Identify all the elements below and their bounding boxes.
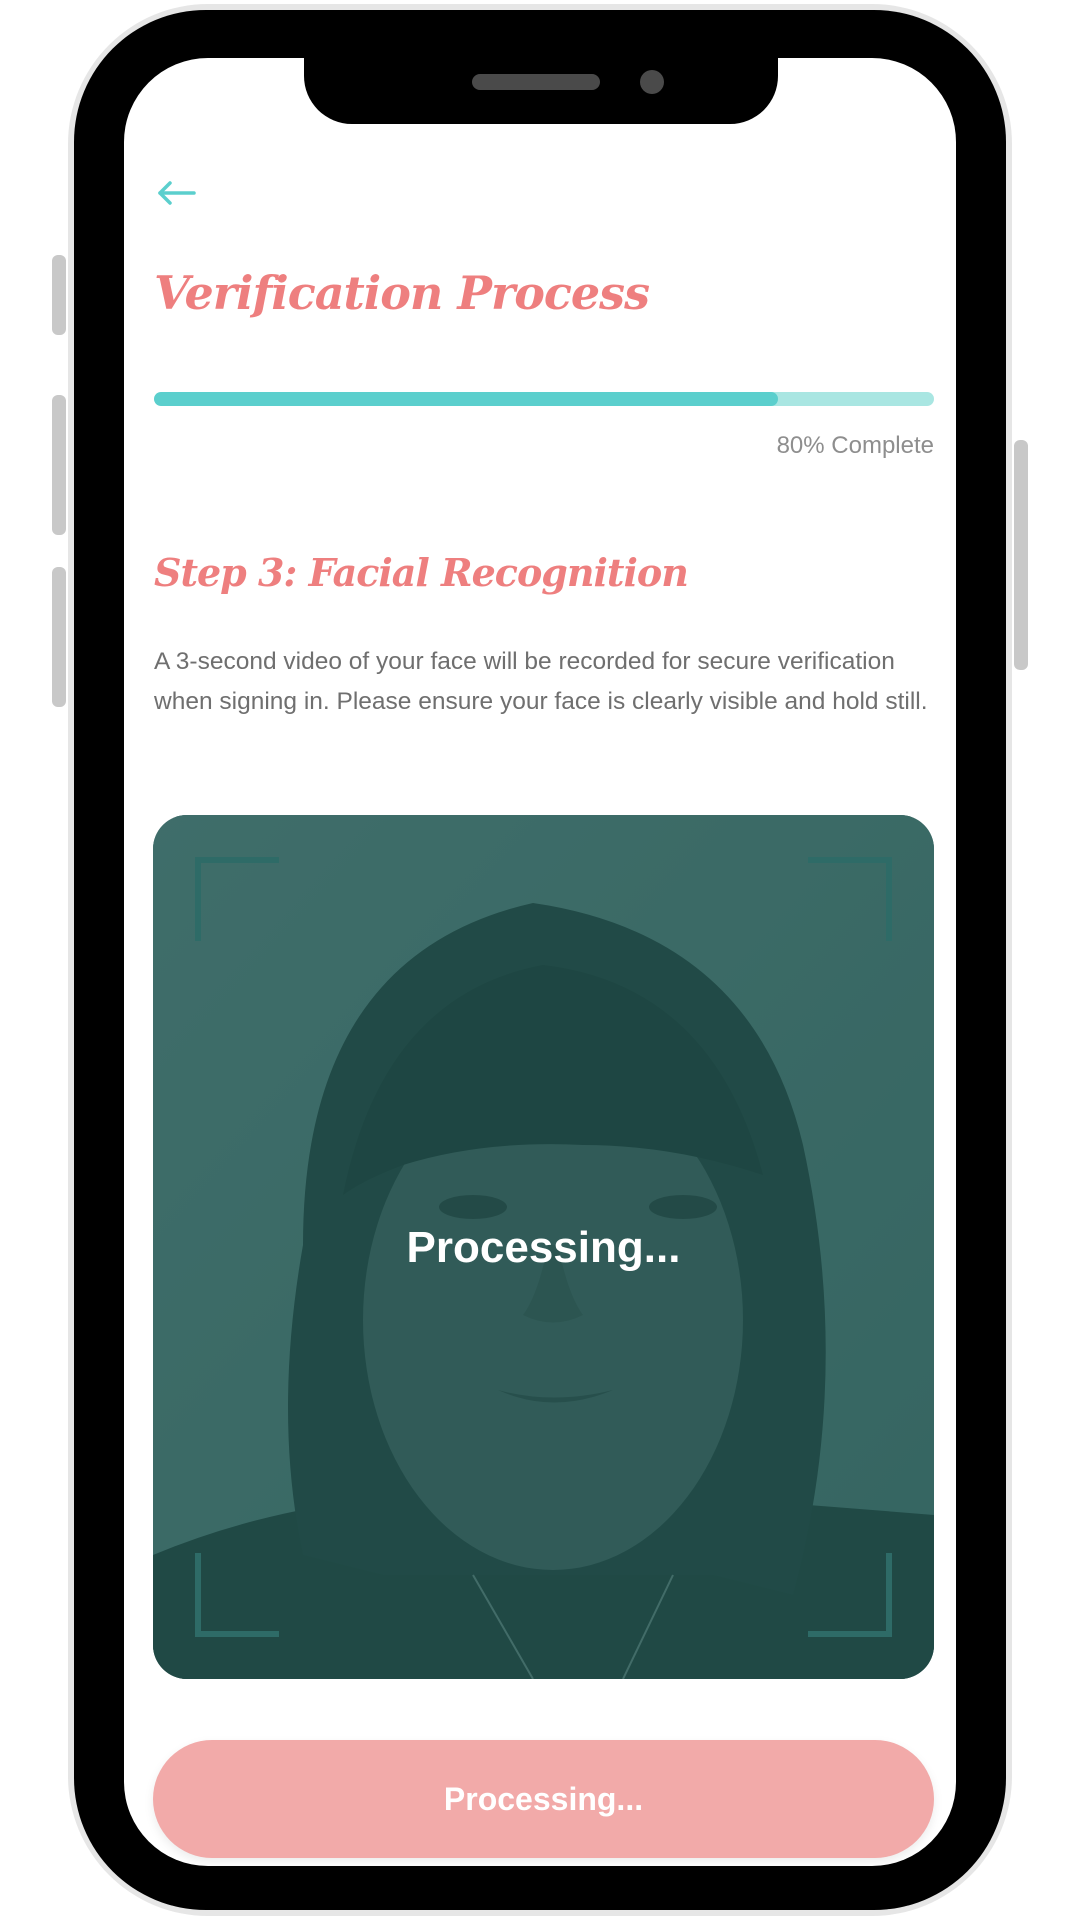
app-screen: Verification Process 80% Complete Step 3…: [124, 58, 956, 1866]
camera-preview: Processing...: [153, 815, 934, 1679]
arrow-left-icon: [158, 181, 196, 205]
speaker-grille: [472, 74, 600, 90]
mute-switch: [52, 255, 66, 335]
device-mockup: Verification Process 80% Complete Step 3…: [0, 0, 1080, 1920]
step-description: A 3-second video of your face will be re…: [154, 648, 928, 715]
frame-corner-bottom-right: [808, 1553, 892, 1637]
back-button[interactable]: [154, 178, 198, 208]
progress-bar: [154, 392, 934, 406]
front-camera-icon: [640, 70, 664, 94]
frame-corner-top-left: [195, 857, 279, 941]
volume-down-button: [52, 567, 66, 707]
frame-corner-bottom-left: [195, 1553, 279, 1637]
power-button: [1014, 440, 1028, 670]
progress-bar-fill: [154, 392, 778, 406]
processing-status: Processing...: [406, 1223, 681, 1272]
step-title: Step 3: Facial Recognition: [154, 550, 689, 595]
page-title: Verification Process: [154, 266, 650, 320]
processing-button[interactable]: Processing...: [153, 1740, 934, 1858]
progress-label: 80% Complete: [776, 432, 934, 459]
frame-corner-top-right: [808, 857, 892, 941]
volume-up-button: [52, 395, 66, 535]
